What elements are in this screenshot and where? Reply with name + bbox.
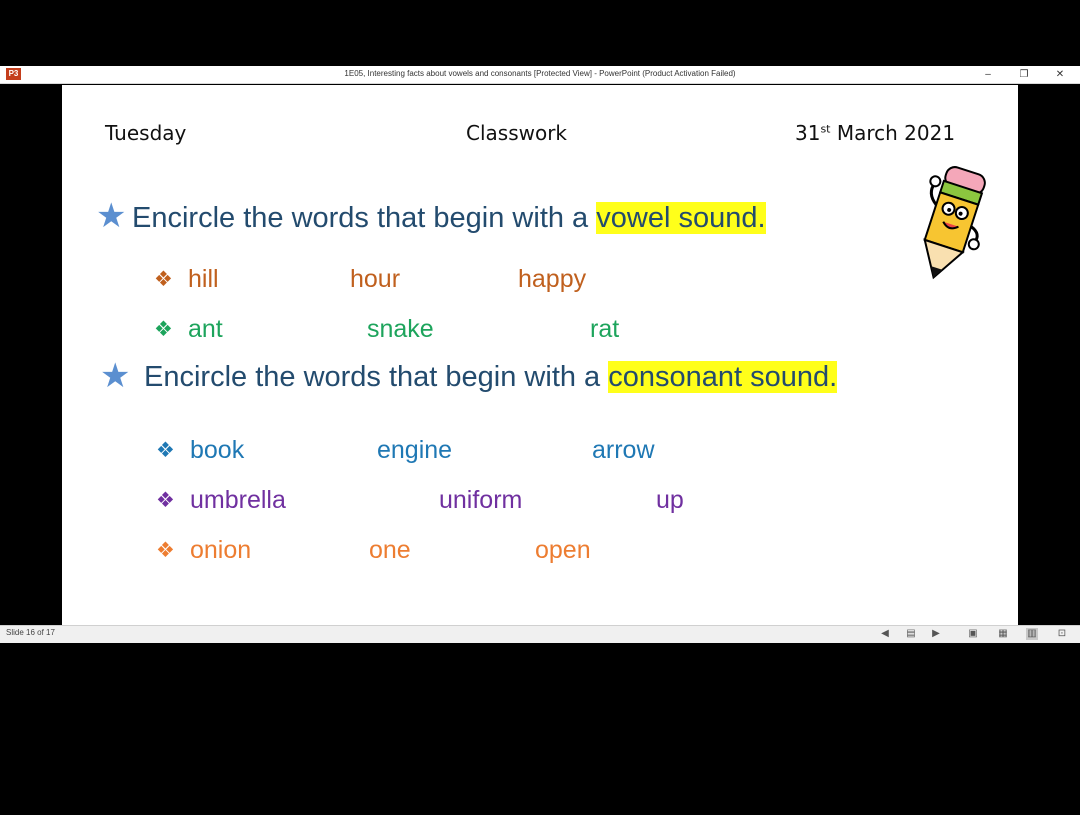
question-vowel-highlight: vowel sound. — [596, 202, 766, 234]
diamond-bullet-icon: ❖ — [154, 268, 173, 291]
day-label: Tuesday — [105, 121, 187, 145]
word-one: one — [369, 536, 411, 564]
slide-counter[interactable]: Slide 16 of 17 — [6, 628, 55, 637]
word-rat: rat — [590, 315, 620, 343]
word-hill: hill — [188, 265, 219, 293]
diamond-bullet-icon: ❖ — [154, 318, 173, 341]
date-month-year: March 2021 — [836, 121, 956, 145]
next-slide-icon[interactable]: ▶ — [930, 628, 942, 640]
slide-canvas[interactable]: Tuesday Classwork 31st March 2021 ★ Enci… — [62, 85, 1018, 625]
previous-slide-icon[interactable]: ◀ — [879, 628, 891, 640]
powerpoint-window: P3 1E05, Interesting facts about vowels … — [0, 66, 1080, 643]
status-bar: Slide 16 of 17 ◀ ▤ ▶ ▣ ▦ ▥ ⊡ — [0, 625, 1080, 643]
diamond-bullet-icon: ❖ — [156, 439, 175, 462]
normal-view-icon[interactable]: ▣ — [967, 628, 979, 640]
word-arrow: arrow — [592, 436, 655, 464]
window-title: 1E05, Interesting facts about vowels and… — [344, 69, 736, 78]
question-consonant-highlight: consonant sound. — [608, 361, 838, 393]
star-icon: ★ — [100, 357, 131, 395]
word-open: open — [535, 536, 591, 564]
minimize-button[interactable]: – — [973, 67, 1003, 82]
word-engine: engine — [377, 436, 453, 464]
date-label: 31st March 2021 — [795, 121, 955, 145]
word-hour: hour — [350, 265, 401, 293]
diamond-bullet-icon: ❖ — [156, 539, 175, 562]
word-snake: snake — [367, 315, 434, 343]
word-book: book — [190, 436, 245, 464]
date-suffix: st — [820, 122, 831, 136]
word-umbrella: umbrella — [190, 486, 286, 514]
close-button[interactable]: ✕ — [1045, 67, 1075, 82]
pencil-mascot-image — [923, 166, 986, 280]
word-ant: ant — [188, 315, 223, 343]
title-bar: P3 1E05, Interesting facts about vowels … — [0, 66, 1080, 84]
star-icon: ★ — [96, 197, 127, 235]
restore-button[interactable]: ❐ — [1009, 67, 1039, 82]
diamond-bullet-icon: ❖ — [156, 489, 175, 512]
reading-view-icon[interactable]: ▥ — [1026, 628, 1038, 640]
question-consonant-text: Encircle the words that begin with a — [144, 361, 609, 393]
word-up: up — [656, 486, 684, 514]
slideshow-icon[interactable]: ⊡ — [1056, 628, 1068, 640]
date-day: 31 — [795, 121, 821, 145]
word-onion: onion — [190, 536, 252, 564]
slide-sorter-icon[interactable]: ▦ — [997, 628, 1009, 640]
question-vowel-text: Encircle the words that begin with a — [132, 202, 597, 234]
question-consonant: Encircle the words that begin with a con… — [144, 361, 838, 394]
slide-menu-icon[interactable]: ▤ — [905, 628, 917, 640]
classwork-label: Classwork — [466, 121, 568, 145]
question-vowel: Encircle the words that begin with a vow… — [132, 202, 766, 235]
word-happy: happy — [518, 265, 587, 293]
word-uniform: uniform — [439, 486, 523, 514]
